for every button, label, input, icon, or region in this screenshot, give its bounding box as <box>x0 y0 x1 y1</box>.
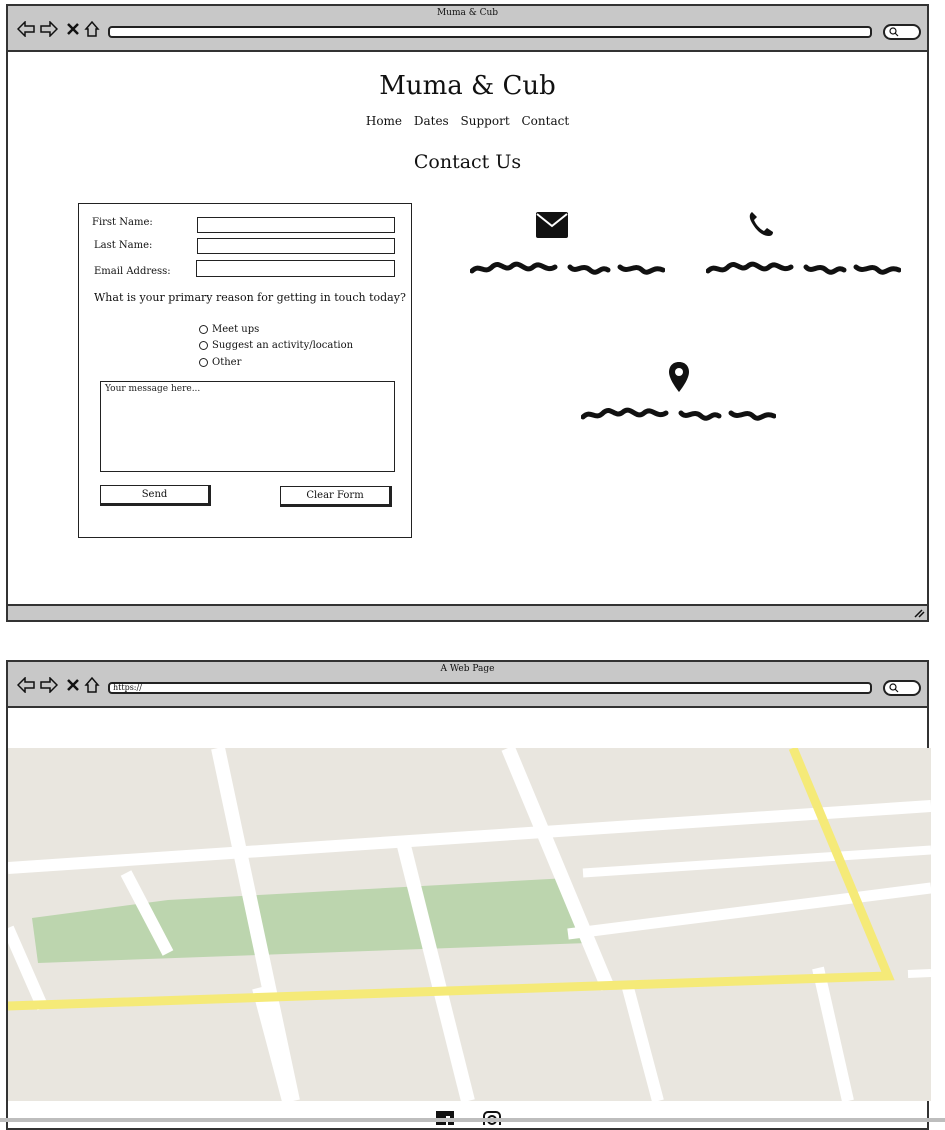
radio-circle[interactable] <box>199 358 208 367</box>
map-graphic <box>8 748 931 1101</box>
radio-circle[interactable] <box>199 325 208 334</box>
nav-support[interactable]: Support <box>461 114 510 128</box>
map-view[interactable] <box>8 748 931 1101</box>
radio-circle[interactable] <box>199 341 208 350</box>
radio-other[interactable]: Other <box>199 357 241 368</box>
radio-meet-ups[interactable]: Meet ups <box>199 324 259 335</box>
browser-window-contact: Muma & Cub Muma & Cub Home Dates Support… <box>6 4 929 622</box>
browser-window-map: A Web Page https:// <box>6 660 931 1130</box>
email-text-placeholder <box>469 261 666 281</box>
window-title: Muma & Cub <box>436 8 499 18</box>
address-text-placeholder <box>580 407 777 427</box>
last-name-label: Last Name: <box>94 240 153 251</box>
browser-chrome: A Web Page https:// <box>8 662 927 708</box>
forward-icon[interactable] <box>39 675 59 695</box>
close-icon[interactable] <box>63 19 83 39</box>
phone-icon <box>748 210 774 242</box>
address-bar[interactable] <box>108 26 872 38</box>
first-name-field[interactable] <box>197 217 395 233</box>
email-label: Email Address: <box>94 266 171 277</box>
radio-suggest-activity[interactable]: Suggest an activity/location <box>199 340 353 351</box>
location-pin-icon <box>668 361 690 397</box>
clear-form-button[interactable]: Clear Form <box>280 486 392 507</box>
search-icon <box>889 27 899 37</box>
radio-label: Suggest an activity/location <box>212 340 354 351</box>
nav-dates[interactable]: Dates <box>414 114 449 128</box>
home-icon[interactable] <box>82 675 102 695</box>
reason-question: What is your primary reason for getting … <box>94 291 406 304</box>
first-name-label: First Name: <box>92 217 153 228</box>
home-icon[interactable] <box>82 19 102 39</box>
resize-grip-icon[interactable] <box>913 608 925 618</box>
window-title: A Web Page <box>440 664 495 674</box>
status-bar <box>8 604 927 620</box>
last-name-field[interactable] <box>197 238 395 254</box>
envelope-icon <box>536 212 568 242</box>
contact-form: First Name: Last Name: Email Address: Wh… <box>78 203 412 538</box>
back-icon[interactable] <box>16 675 36 695</box>
site-title: Muma & Cub <box>379 71 556 101</box>
phone-text-placeholder <box>705 261 902 281</box>
send-button[interactable]: Send <box>100 485 211 506</box>
forward-icon[interactable] <box>39 19 59 39</box>
browser-chrome: Muma & Cub <box>8 6 927 52</box>
search-field[interactable] <box>883 680 921 696</box>
address-bar[interactable]: https:// <box>108 682 872 694</box>
page-heading: Contact Us <box>413 151 522 173</box>
nav-contact[interactable]: Contact <box>521 114 569 128</box>
back-icon[interactable] <box>16 19 36 39</box>
email-field[interactable] <box>196 260 395 277</box>
radio-label: Other <box>212 357 242 368</box>
search-field[interactable] <box>883 24 921 40</box>
main-nav: Home Dates Support Contact <box>8 114 927 128</box>
radio-label: Meet ups <box>212 324 260 335</box>
close-icon[interactable] <box>63 675 83 695</box>
page-bottom-bar <box>0 1118 945 1122</box>
message-textarea[interactable]: Your message here... <box>100 381 395 472</box>
search-icon <box>889 683 899 693</box>
nav-home[interactable]: Home <box>366 114 402 128</box>
